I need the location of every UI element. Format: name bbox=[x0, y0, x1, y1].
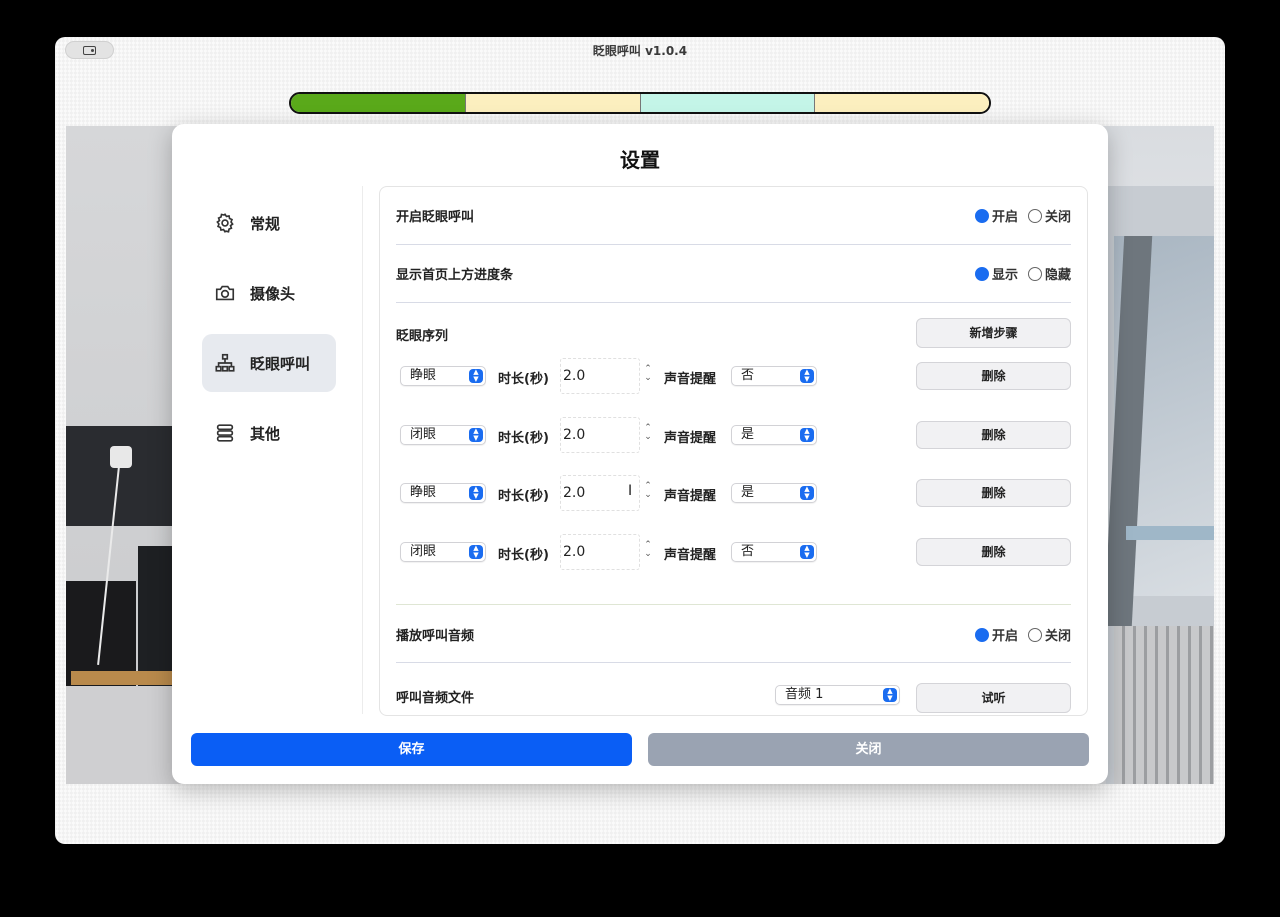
divider bbox=[396, 302, 1071, 303]
nav-item-camera[interactable]: 摄像头 bbox=[202, 264, 336, 322]
duration-label: 时长(秒) bbox=[498, 548, 549, 563]
camera-icon bbox=[214, 282, 236, 304]
sound-label: 声音提醒 bbox=[664, 548, 717, 563]
delete-step-button[interactable]: 删除 bbox=[916, 362, 1071, 390]
progress-segment bbox=[465, 94, 641, 112]
enable-off-radio[interactable]: 关闭 bbox=[1027, 206, 1071, 225]
audio-radio-group: 开启 关闭 bbox=[965, 625, 1071, 644]
enable-radio-group: 开启 关闭 bbox=[965, 206, 1071, 225]
window-title: 眨眼呼叫 v1.0.4 bbox=[592, 44, 688, 58]
nav-label: 眨眼呼叫 bbox=[250, 354, 311, 373]
duration-input[interactable]: 2.0 bbox=[560, 358, 640, 394]
chevron-updown-icon: ▲ ▼ bbox=[800, 369, 814, 383]
sound-label: 声音提醒 bbox=[664, 431, 717, 446]
sequence-step-row: 闭眼 ▲ ▼ 时长(秒) 2.0 ⌃ ⌄ 声音提醒否 ▲ ▼ 删除 bbox=[396, 534, 1071, 570]
divider bbox=[396, 662, 1071, 663]
audio-on-radio[interactable]: 开启 bbox=[974, 625, 1018, 644]
text-cursor-icon: I bbox=[628, 483, 633, 499]
chevron-updown-icon: ▲ ▼ bbox=[469, 486, 483, 500]
audio-off-radio[interactable]: 关闭 bbox=[1027, 625, 1071, 644]
duration-stepper[interactable]: ⌃ ⌄ bbox=[642, 424, 654, 446]
setting-label: 显示首页上方进度条 bbox=[396, 268, 514, 283]
audio-file-select[interactable]: 音频 1 ▲ ▼ bbox=[775, 685, 900, 705]
delete-step-button[interactable]: 删除 bbox=[916, 479, 1071, 507]
nav-label: 其他 bbox=[250, 424, 281, 443]
nav-label: 常规 bbox=[250, 214, 281, 233]
sound-label: 声音提醒 bbox=[664, 372, 717, 387]
eye-state-select[interactable]: 闭眼 ▲ ▼ bbox=[400, 425, 486, 445]
sound-select[interactable]: 否 ▲ ▼ bbox=[731, 542, 817, 562]
chevron-updown-icon: ▲ ▼ bbox=[469, 545, 483, 559]
nav-label: 摄像头 bbox=[250, 284, 296, 303]
setting-enable: 开启眨眼呼叫 开启 关闭 bbox=[396, 206, 1071, 226]
progress-show-radio[interactable]: 显示 bbox=[974, 264, 1018, 283]
duration-label: 时长(秒) bbox=[498, 489, 549, 504]
chevron-updown-icon: ▲ ▼ bbox=[800, 545, 814, 559]
duration-stepper[interactable]: ⌃ ⌄ bbox=[642, 541, 654, 563]
setting-play-audio: 播放呼叫音频 开启 关闭 bbox=[396, 625, 1071, 645]
settings-nav: 常规 摄像头 眨眼呼叫 其他 bbox=[202, 194, 336, 474]
setting-label: 眨眼序列 bbox=[396, 329, 449, 344]
chevron-updown-icon: ▲ ▼ bbox=[469, 428, 483, 442]
title-bar: 眨眼呼叫 v1.0.4 bbox=[55, 37, 1225, 63]
nav-divider bbox=[362, 186, 363, 714]
duration-stepper[interactable]: ⌃ ⌄ bbox=[642, 365, 654, 387]
chevron-updown-icon: ▲ ▼ bbox=[800, 428, 814, 442]
delete-step-button[interactable]: 删除 bbox=[916, 421, 1071, 449]
sound-select[interactable]: 否 ▲ ▼ bbox=[731, 366, 817, 386]
duration-input[interactable]: 2.0 bbox=[560, 534, 640, 570]
settings-panel: 开启眨眼呼叫 开启 关闭 显示首页上方进度条 显示 隐藏 眨眼序列 新增步骤 睁… bbox=[379, 186, 1088, 716]
sound-select[interactable]: 是 ▲ ▼ bbox=[731, 425, 817, 445]
sequence-step-row: 睁眼 ▲ ▼ 时长(秒) 2.0 ⌃ ⌄ 声音提醒否 ▲ ▼ 删除 bbox=[396, 358, 1071, 394]
chevron-updown-icon: ▲ ▼ bbox=[883, 688, 897, 702]
sound-label: 声音提醒 bbox=[664, 489, 717, 504]
duration-input[interactable]: 2.0 bbox=[560, 417, 640, 453]
gear-icon bbox=[214, 212, 236, 234]
save-button[interactable]: 保存 bbox=[191, 733, 632, 766]
delete-step-button[interactable]: 删除 bbox=[916, 538, 1071, 566]
divider bbox=[396, 604, 1071, 605]
chevron-updown-icon: ▲ ▼ bbox=[469, 369, 483, 383]
stack-icon bbox=[214, 422, 236, 444]
progress-hide-radio[interactable]: 隐藏 bbox=[1027, 264, 1071, 283]
eye-state-select[interactable]: 闭眼 ▲ ▼ bbox=[400, 542, 486, 562]
duration-label: 时长(秒) bbox=[498, 431, 549, 446]
preview-audio-button[interactable]: 试听 bbox=[916, 683, 1071, 713]
nav-item-blink-call[interactable]: 眨眼呼叫 bbox=[202, 334, 336, 392]
setting-sequence: 眨眼序列 新增步骤 bbox=[396, 318, 1071, 348]
nav-item-general[interactable]: 常规 bbox=[202, 194, 336, 252]
divider bbox=[396, 244, 1071, 245]
setting-audio-file: 呼叫音频文件 音频 1 ▲ ▼ 试听 bbox=[396, 683, 1071, 713]
eye-state-select[interactable]: 睁眼 ▲ ▼ bbox=[400, 366, 486, 386]
setting-label: 开启眨眼呼叫 bbox=[396, 210, 475, 225]
progress-segment bbox=[291, 94, 466, 112]
sequence-step-row: 睁眼 ▲ ▼ 时长(秒) 2.0 ⌃ ⌄ 声音提醒是 ▲ ▼ 删除 I bbox=[396, 475, 1071, 511]
nav-item-other[interactable]: 其他 bbox=[202, 404, 336, 462]
app-window: 眨眼呼叫 v1.0.4 设置 常规 摄像头 眨眼呼叫 其他 开启眨眼呼叫 开启 … bbox=[55, 37, 1225, 844]
blink-progress-bar bbox=[289, 92, 991, 114]
progress-segment bbox=[640, 94, 816, 112]
setting-label: 播放呼叫音频 bbox=[396, 629, 475, 644]
sequence-step-row: 闭眼 ▲ ▼ 时长(秒) 2.0 ⌃ ⌄ 声音提醒是 ▲ ▼ 删除 bbox=[396, 417, 1071, 453]
hierarchy-icon bbox=[214, 352, 236, 374]
add-step-button[interactable]: 新增步骤 bbox=[916, 318, 1071, 348]
progress-segment bbox=[815, 94, 989, 112]
close-button[interactable]: 关闭 bbox=[648, 733, 1089, 766]
enable-on-radio[interactable]: 开启 bbox=[974, 206, 1018, 225]
setting-show-progress: 显示首页上方进度条 显示 隐藏 bbox=[396, 264, 1071, 284]
progress-radio-group: 显示 隐藏 bbox=[965, 264, 1071, 283]
sound-select[interactable]: 是 ▲ ▼ bbox=[731, 483, 817, 503]
setting-label: 呼叫音频文件 bbox=[396, 691, 475, 706]
duration-stepper[interactable]: ⌃ ⌄ bbox=[642, 482, 654, 504]
dialog-title: 设置 bbox=[620, 148, 660, 172]
chevron-updown-icon: ▲ ▼ bbox=[800, 486, 814, 500]
eye-state-select[interactable]: 睁眼 ▲ ▼ bbox=[400, 483, 486, 503]
settings-dialog: 设置 常规 摄像头 眨眼呼叫 其他 开启眨眼呼叫 开启 关闭 显示首页上方进度条… bbox=[172, 124, 1108, 784]
duration-label: 时长(秒) bbox=[498, 372, 549, 387]
